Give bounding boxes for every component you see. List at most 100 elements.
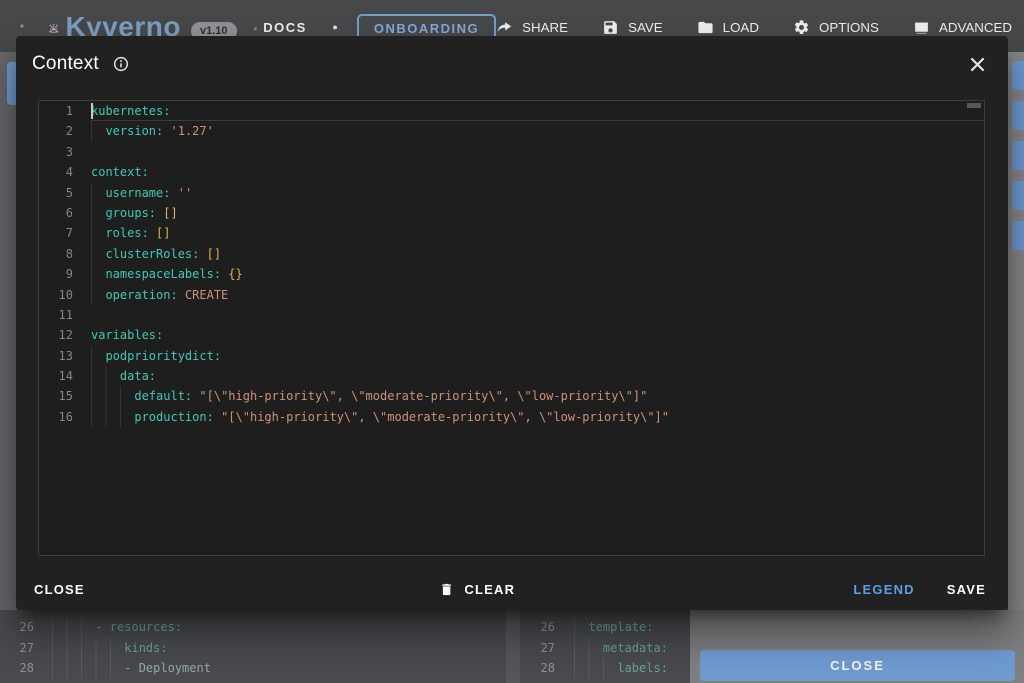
background-right-panel [1008,52,1024,610]
share-icon [496,19,513,36]
line-number: 28 [0,658,34,679]
code-text: username: '' [91,183,984,203]
code-token: groups: [105,206,156,220]
code-token [91,226,105,240]
code-line: 9 namespaceLabels: {} [39,264,984,284]
code-token [574,661,617,675]
code-token: podprioritydict: [105,349,221,363]
gear-icon [793,19,810,36]
line-number: 9 [39,264,73,284]
code-token: roles: [105,226,148,240]
code-line: 3 [39,142,984,162]
code-token [574,641,603,655]
clear-button[interactable]: CLEAR [437,578,517,601]
code-text [91,305,984,325]
code-token [91,186,105,200]
code-token: production: [134,410,213,424]
code-token: "[\"high-priority\", \"moderate-priority… [221,410,669,424]
text-cursor [91,103,93,119]
code-line: 11 [39,305,984,325]
code-token: [] [156,226,170,240]
line-number: 11 [39,305,73,325]
share-button[interactable]: SHARE [496,19,568,36]
line-number: 6 [39,203,73,223]
background-left-panel [0,52,17,610]
code-token: clusterRoles: [105,247,199,261]
code-text: operation: CREATE [91,285,984,305]
code-token: CREATE [185,288,228,302]
code-token [178,288,185,302]
modal-close-button[interactable]: CLOSE [32,578,87,601]
menu-icon[interactable] [20,15,24,37]
code-text: version: '1.27' [91,121,984,141]
code-line: 5 username: '' [39,183,984,203]
code-line: 6 groups: [] [39,203,984,223]
code-text [91,142,984,162]
code-line: 12variables: [39,325,984,345]
code-token: "[\"high-priority\", \"moderate-priority… [199,389,647,403]
line-number: 26 [520,617,555,638]
code-line: 27 metadata: [520,638,690,659]
background-side-button [1012,181,1024,210]
code-text: - resources: [52,617,506,638]
code-token [214,410,221,424]
code-token [91,349,105,363]
code-text: clusterRoles: [] [91,244,984,264]
code-token: - [52,661,139,675]
code-text: default: "[\"high-priority\", \"moderate… [91,386,984,406]
code-text: data: [91,366,984,386]
options-button[interactable]: OPTIONS [793,19,879,36]
code-token: Deployment [139,661,211,675]
line-number: 2 [39,121,73,141]
modal-save-button[interactable]: SAVE [945,578,988,601]
code-line: 13 podprioritydict: [39,346,984,366]
onboarding-close-button[interactable]: CLOSE [700,650,1015,681]
line-number: 8 [39,244,73,264]
context-yaml-editor[interactable]: 1kubernetes:2 version: '1.27' 34 context: 5… [38,100,985,556]
code-token: context: [91,165,149,179]
code-token [91,369,120,383]
code-line: 26 - resources: [0,617,506,638]
code-token: kubernetes: [91,104,170,118]
code-token: [] [207,247,221,261]
code-token [91,206,105,220]
line-number: 3 [39,142,73,162]
code-line: 1kubernetes: [39,101,984,121]
code-token: operation: [105,288,177,302]
line-number: 27 [520,638,555,659]
save-icon [602,19,619,36]
background-side-button [1012,61,1024,90]
window-panel-icon [913,19,930,36]
code-token: username: [105,186,170,200]
code-token [574,620,588,634]
modal-title: Context [32,53,99,75]
code-text: labels: [574,658,690,679]
load-button[interactable]: LOAD [697,19,759,36]
background-side-button [1012,101,1024,130]
legend-button[interactable]: LEGEND [851,578,916,601]
code-line: 26 template: [520,617,690,638]
code-line: 16 production: "[\"high-priority\", \"mo… [39,407,984,427]
code-token [149,226,156,240]
trash-icon [439,582,454,597]
code-token: [] [163,206,177,220]
info-icon[interactable] [113,56,129,72]
line-number: 15 [39,386,73,406]
folder-icon [697,19,714,36]
code-token: - [52,620,110,634]
code-text: podprioritydict: [91,346,984,366]
code-token [91,267,105,281]
save-policy-button[interactable]: SAVE [602,19,663,36]
code-text: - Deployment [52,658,506,679]
advanced-button[interactable]: ADVANCED [913,19,1012,36]
close-icon[interactable] [967,54,988,75]
docs-link[interactable]: DOCS [263,20,307,35]
code-token [91,410,134,424]
line-number: 5 [39,183,73,203]
code-token [199,247,206,261]
code-line: 15 default: "[\"high-priority\", \"moder… [39,386,984,406]
code-token [91,389,134,403]
code-line: 28 - Deployment [0,658,506,679]
context-modal-header: Context [16,36,1008,84]
line-number: 4 [39,162,73,182]
